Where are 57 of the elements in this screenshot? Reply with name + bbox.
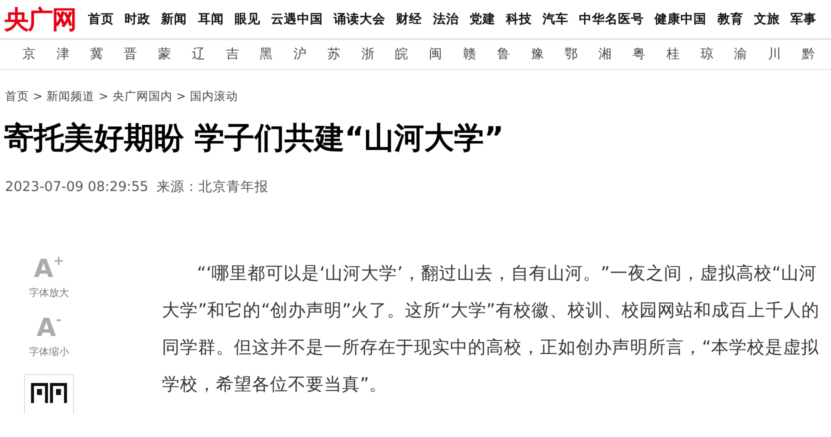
region-link[interactable]: 皖 (384, 44, 419, 64)
site-logo[interactable]: 央广网 (4, 6, 76, 32)
region-link[interactable]: 粤 (622, 44, 656, 64)
nav-link[interactable]: 军事 (790, 10, 816, 28)
region-link[interactable]: 苏 (317, 44, 351, 64)
region-link[interactable]: 川 (758, 44, 792, 64)
region-link[interactable]: 浙 (350, 44, 385, 64)
breadcrumb-link[interactable]: 央广网国内 (112, 88, 172, 106)
region-link[interactable]: 津 (46, 44, 80, 64)
region-link[interactable]: 吉 (215, 44, 250, 64)
region-link[interactable]: 琼 (690, 44, 724, 64)
qr-code-icon[interactable] (31, 382, 67, 402)
nav-link[interactable]: 中华名医号 (579, 10, 644, 28)
font-enlarge-button[interactable]: A$^{+}$ 字体放大 (0, 256, 98, 300)
region-link[interactable]: 鲁 (486, 44, 520, 64)
nav-link[interactable]: 汽车 (542, 10, 569, 28)
nav-link[interactable]: 教育 (717, 10, 744, 28)
nav-link[interactable]: 诵读大会 (334, 10, 386, 28)
nav-link[interactable]: 党建 (469, 10, 496, 28)
region-link[interactable]: 桂 (656, 44, 690, 64)
breadcrumb-link[interactable]: 新闻频道 (46, 88, 95, 106)
nav-link[interactable]: 财经 (396, 10, 422, 28)
breadcrumb-separator: > (176, 88, 186, 105)
nav-link[interactable]: 首页 (88, 10, 114, 28)
nav-link[interactable]: 法治 (432, 10, 459, 28)
region-link[interactable]: 黑 (249, 44, 284, 64)
breadcrumb-link[interactable]: 首页 (5, 88, 29, 106)
nav-link[interactable]: 耳闻 (198, 10, 224, 28)
breadcrumb-separator: > (33, 88, 43, 105)
region-link[interactable]: 京 (12, 44, 46, 64)
region-link[interactable]: 鄂 (554, 44, 588, 64)
region-link[interactable]: 辽 (181, 44, 216, 64)
article-paragraph: “‘哪里都可以是‘山河大学’，翻过山去，自有山河。”一夜之间，虚拟高校“山河大学”和它的“创办声明”火了。这所“大学”有校徽、校训、校园网站和成百上千人的同学群。但这并不是一所存在于现实中的高校，正如创办声明所言，“本学校是虚拟学校，希望各位不要当真”。 (162, 262, 820, 396)
region-link[interactable]: 黔 (791, 44, 826, 64)
article-title: 寄托美好期盼 学子们共建“山河大学” (4, 121, 505, 158)
region-link[interactable]: 沪 (283, 44, 318, 64)
region-link[interactable]: 渝 (724, 44, 758, 64)
source-label: 来源： (156, 178, 198, 198)
region-link[interactable]: 冀 (80, 44, 114, 64)
nav-link[interactable]: 眼见 (234, 10, 260, 28)
nav-link[interactable]: 健康中国 (654, 10, 707, 28)
source-name: 北京青年报 (198, 178, 268, 198)
breadcrumb-link[interactable]: 国内滚动 (190, 88, 238, 106)
region-link[interactable]: 蒙 (148, 44, 182, 64)
publish-time: 2023-07-09 08:29:55 (5, 178, 148, 198)
region-link[interactable]: 赣 (452, 44, 486, 64)
nav-link[interactable]: 文旅 (754, 10, 780, 28)
region-link[interactable]: 湘 (588, 44, 622, 64)
font-shrink-button[interactable]: A$^{-}$ 字体缩小 (0, 314, 98, 360)
region-link[interactable]: 晋 (114, 44, 148, 64)
region-link[interactable]: 豫 (520, 44, 554, 64)
nav-link[interactable]: 科技 (506, 10, 532, 28)
breadcrumb-separator: > (98, 88, 108, 105)
nav-link[interactable]: 云遇中国 (270, 10, 323, 28)
region-link[interactable]: 闽 (418, 44, 453, 64)
nav-link[interactable]: 新闻 (161, 10, 188, 28)
nav-link[interactable]: 时政 (124, 10, 151, 28)
